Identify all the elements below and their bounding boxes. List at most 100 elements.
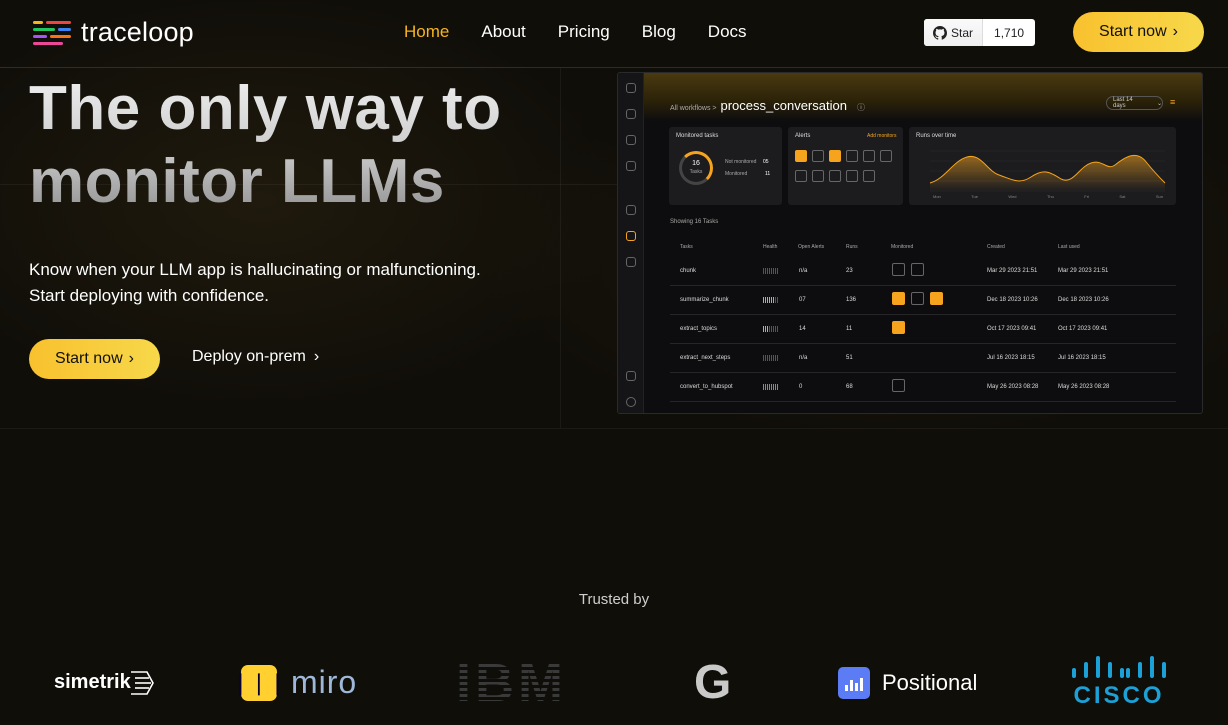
- hero-sub-line1: Know when your LLM app is hallucinating …: [29, 260, 481, 279]
- col-health: Health: [763, 244, 778, 250]
- workflow-name: process_conversation: [720, 98, 847, 113]
- logo-mark-icon: [33, 19, 71, 47]
- tasks-total-label: Tasks: [689, 169, 703, 175]
- hero-start-now-button[interactable]: Start now ›: [29, 339, 160, 379]
- brain-icon: [812, 150, 824, 162]
- hero-sub-line2: Start deploying with confidence.: [29, 286, 270, 305]
- col-runs: Runs: [846, 244, 858, 250]
- runs: 68: [846, 384, 853, 390]
- runs: 136: [846, 297, 857, 303]
- github-star-button[interactable]: Star 1,710: [924, 19, 1036, 46]
- table-row[interactable]: summarize_chunk 07 136 Dec 18 2023 10:26…: [670, 286, 1176, 315]
- simetrik-wordmark: simetrik: [54, 671, 131, 693]
- sql-icon: [863, 170, 875, 182]
- table-row[interactable]: chunk n/a 23 Mar 29 2023 21:51 Mar 29 20…: [670, 257, 1176, 286]
- monitored-count: 11: [765, 171, 771, 177]
- tasks-total: 16: [692, 160, 700, 167]
- simetrik-lines-icon: [130, 670, 154, 695]
- open-alerts: n/a: [799, 355, 808, 361]
- positional-wordmark: Positional: [882, 669, 978, 695]
- x-label: Sat: [1119, 194, 1126, 199]
- scan-icon: [930, 292, 943, 305]
- add-monitors-link[interactable]: Add monitors: [867, 133, 896, 139]
- miro-wordmark: miro: [291, 664, 358, 700]
- positional-logo: Positional: [838, 655, 977, 710]
- search-icon: [626, 161, 636, 171]
- hero-subtitle: Know when your LLM app is hallucinating …: [29, 257, 481, 309]
- col-tasks: Tasks: [680, 244, 693, 250]
- monitored-tasks-card: Monitored tasks 16 Tasks Not monitored 0…: [669, 127, 782, 205]
- created: Dec 18 2023 10:26: [987, 297, 1038, 303]
- header-start-now-button[interactable]: Start now ›: [1073, 12, 1204, 52]
- nav-docs[interactable]: Docs: [708, 22, 747, 42]
- nav-about[interactable]: About: [481, 22, 525, 42]
- last-used: Oct 17 2023 09:41: [1058, 326, 1108, 332]
- open-alerts: n/a: [799, 268, 808, 274]
- nav-pricing[interactable]: Pricing: [558, 22, 610, 42]
- health-bar: [763, 384, 778, 390]
- breadcrumb-prefix: All workflows >: [670, 105, 717, 112]
- miro-logo: ❘❘❘ miro: [231, 655, 358, 710]
- filter-icon[interactable]: ≡: [1170, 97, 1175, 107]
- gauge-icon: [626, 83, 636, 93]
- doc-icon: [846, 150, 858, 162]
- monitored-label: Monitored: [725, 171, 748, 177]
- deploy-on-prem-link[interactable]: Deploy on-prem ›: [192, 348, 319, 366]
- task-name: extract_topics: [680, 326, 718, 332]
- created: May 26 2023 08:28: [987, 384, 1039, 390]
- hero-title: The only way to monitor LLMs: [29, 72, 502, 218]
- brand-logo[interactable]: traceloop: [33, 17, 194, 48]
- runs: 23: [846, 268, 853, 274]
- runs: 11: [846, 326, 853, 332]
- col-open-alerts: Open Alerts: [798, 244, 825, 250]
- col-created: Created: [987, 244, 1005, 250]
- last-used: Mar 29 2023 21:51: [1058, 268, 1109, 274]
- hero-start-now-label: Start now: [55, 350, 123, 367]
- google-logo: G: [694, 655, 731, 710]
- task-name: convert_to_hubspot: [680, 384, 733, 390]
- open-alerts: 0: [799, 384, 803, 390]
- table-row[interactable]: extract_next_steps n/a 51 Jul 16 2023 18…: [670, 344, 1176, 373]
- cisco-logo: CISCO: [1070, 655, 1168, 710]
- table-row[interactable]: extract_topics 14 11 Oct 17 2023 09:41 O…: [670, 315, 1176, 344]
- eye-icon: [795, 170, 807, 182]
- deploy-on-prem-label: Deploy on-prem: [192, 348, 306, 365]
- tasks-ring: [679, 151, 713, 185]
- open-alerts: 07: [799, 297, 806, 303]
- site-header: traceloop Home About Pricing Blog Docs S…: [0, 0, 1228, 68]
- github-icon: [933, 25, 947, 40]
- not-monitored-count: 05: [763, 159, 769, 165]
- scan-icon: [911, 263, 924, 276]
- runs-chart: [929, 150, 1166, 192]
- card-title: Alerts: [795, 133, 811, 139]
- scan-icon: [892, 379, 905, 392]
- task-name: extract_next_steps: [680, 355, 731, 361]
- main-nav: Home About Pricing Blog Docs: [404, 22, 747, 42]
- header-start-now-label: Start now: [1099, 23, 1167, 40]
- x-label: Wed: [1008, 194, 1017, 199]
- table-row[interactable]: convert_to_hubspot 0 68 May 26 2023 08:2…: [670, 373, 1176, 402]
- hero-title-line1: The only way to: [29, 74, 502, 143]
- alerts-card: Alerts Add monitors: [788, 127, 903, 205]
- runs: 51: [846, 355, 853, 361]
- open-alerts: 14: [799, 326, 806, 332]
- info-icon: ⓘ: [856, 103, 865, 112]
- nav-blog[interactable]: Blog: [642, 22, 676, 42]
- check-icon: [880, 150, 892, 162]
- globe-icon: [846, 170, 858, 182]
- link-icon: [626, 257, 636, 267]
- chevron-right-icon: ›: [128, 350, 134, 367]
- date-range-select[interactable]: Last 14 days ⌄: [1106, 96, 1163, 110]
- showing-count: Showing 16 Tasks: [670, 219, 719, 225]
- chevron-down-icon: ⌄: [1156, 100, 1162, 107]
- user-icon: [626, 397, 636, 407]
- key-icon: [892, 292, 905, 305]
- nav-home[interactable]: Home: [404, 22, 449, 42]
- simetrik-logo: simetrik: [54, 655, 155, 710]
- health-bar: [763, 268, 778, 274]
- runs-x-axis: Mon Tue Wed Thu Fri Sat Sun: [933, 194, 1163, 199]
- created: Mar 29 2023 21:51: [987, 268, 1038, 274]
- brand-name: traceloop: [81, 17, 194, 47]
- scan-icon: [829, 150, 841, 162]
- ibm-wordmark: IBM: [456, 652, 567, 713]
